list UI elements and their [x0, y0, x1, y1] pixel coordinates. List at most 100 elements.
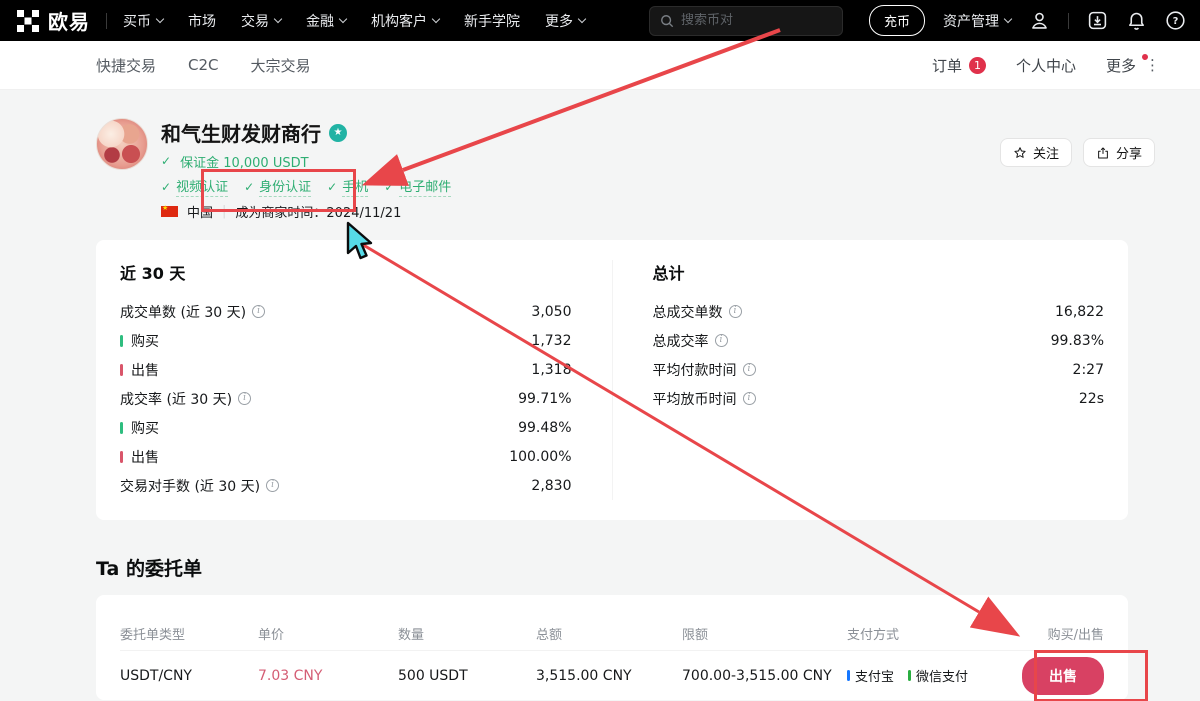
more-menu-link[interactable]: 更多 ⋮: [1106, 55, 1160, 76]
col-buy-sell: 购买/出售: [984, 624, 1104, 643]
search-box[interactable]: [649, 6, 843, 36]
merchant-name: 和气生财发财商行: [161, 118, 321, 147]
share-button[interactable]: 分享: [1083, 138, 1155, 167]
okx-logo[interactable]: 欧易: [16, 6, 90, 35]
chevron-down-icon: [274, 15, 282, 23]
info-icon[interactable]: i: [715, 334, 728, 347]
order-amount: 500 USDT: [398, 668, 536, 684]
nav-item-more[interactable]: 更多: [545, 11, 585, 31]
payment-alipay: 支付宝: [847, 666, 894, 685]
svg-text:?: ?: [1173, 16, 1179, 27]
info-icon[interactable]: i: [252, 305, 265, 318]
orders-link[interactable]: 订单 1: [932, 55, 986, 76]
stat-row: 出售100.00%: [120, 442, 572, 471]
sell-bar-icon: [120, 451, 123, 463]
order-table-row: USDT/CNY 7.03 CNY 500 USDT 3,515.00 CNY …: [120, 651, 1104, 700]
verified-badge-icon: ★: [329, 124, 347, 142]
col-limit: 限额: [682, 624, 847, 643]
col-amount: 数量: [398, 624, 536, 643]
chevron-down-icon: [432, 15, 440, 23]
info-icon[interactable]: i: [266, 479, 279, 492]
top-navbar: 欧易 买币 市场 交易 金融 机构客户 新手学院 更多 充币 资产管理 ?: [0, 0, 1200, 41]
tab-block-trade[interactable]: 大宗交易: [251, 55, 311, 76]
stats-30d-title: 近 30 天: [120, 260, 572, 284]
wechat-bar-icon: [908, 670, 911, 681]
verification-video[interactable]: 视频认证: [161, 176, 228, 195]
nav-item-trade[interactable]: 交易: [241, 11, 281, 31]
stat-row: 购买99.48%: [120, 413, 572, 442]
buy-bar-icon: [120, 335, 123, 347]
divider: |: [222, 204, 226, 219]
stat-row: 成交率 (近 30 天)i99.71%: [120, 384, 572, 413]
stat-row: 出售1,318: [120, 355, 572, 384]
col-payment: 支付方式: [847, 624, 984, 643]
user-profile-icon[interactable]: [1029, 10, 1050, 31]
merchant-profile-section: 和气生财发财商行 ★ 保证金 10,000 USDT 视频认证 身份认证 手机 …: [0, 90, 1200, 240]
info-icon[interactable]: i: [238, 392, 251, 405]
stat-row: 平均付款时间i2:27: [653, 355, 1105, 384]
nav-item-buy-crypto[interactable]: 买币: [123, 11, 163, 31]
merchant-since-date: 成为商家时间：2024/11/21: [235, 202, 401, 221]
check-icon: [244, 180, 259, 195]
chevron-down-icon: [339, 15, 347, 23]
buy-bar-icon: [120, 422, 123, 434]
stat-row: 总成交率i99.83%: [653, 326, 1105, 355]
stat-row: 购买1,732: [120, 326, 572, 355]
merchant-deposit: 保证金 10,000 USDT: [180, 152, 308, 171]
verification-identity[interactable]: 身份认证: [244, 176, 311, 195]
brand-name: 欧易: [48, 6, 90, 35]
stat-row: 平均放币时间i22s: [653, 384, 1105, 413]
download-app-icon[interactable]: [1087, 10, 1108, 31]
alipay-bar-icon: [847, 670, 850, 681]
profile-center-link[interactable]: 个人中心: [1016, 55, 1076, 76]
verification-phone[interactable]: 手机: [327, 176, 368, 195]
orders-count-badge: 1: [969, 57, 986, 74]
stat-row: 总成交单数i16,822: [653, 297, 1105, 326]
tab-express-trade[interactable]: 快捷交易: [96, 55, 156, 76]
order-price: 7.03 CNY: [258, 668, 398, 684]
sell-button[interactable]: 出售: [1022, 657, 1104, 695]
merchant-avatar: [96, 118, 148, 170]
stat-row: 交易对手数 (近 30 天)i2,830: [120, 471, 572, 500]
orders-table-header: 委托单类型 单价 数量 总额 限额 支付方式 购买/出售: [120, 595, 1104, 651]
chevron-down-icon: [156, 15, 164, 23]
col-total: 总额: [536, 624, 682, 643]
check-icon: [161, 154, 176, 169]
chevron-down-icon: [578, 15, 586, 23]
merchant-country: 中国: [187, 202, 213, 221]
help-icon[interactable]: ?: [1165, 10, 1186, 31]
info-icon[interactable]: i: [743, 363, 756, 376]
chevron-down-icon: [1004, 15, 1012, 23]
secondary-navbar: 快捷交易 C2C 大宗交易 订单 1 个人中心 更多 ⋮: [0, 41, 1200, 90]
orders-section-title: Ta 的委托单: [96, 554, 1200, 581]
nav-item-finance[interactable]: 金融: [306, 11, 346, 31]
stats-total-title: 总计: [653, 260, 1105, 284]
notifications-bell-icon[interactable]: [1126, 10, 1147, 31]
nav-item-academy[interactable]: 新手学院: [464, 11, 520, 31]
assets-menu[interactable]: 资产管理: [943, 11, 1011, 31]
order-total: 3,515.00 CNY: [536, 668, 682, 684]
china-flag-icon: [161, 206, 178, 217]
stat-row: 成交单数 (近 30 天)i3,050: [120, 297, 572, 326]
info-icon[interactable]: i: [729, 305, 742, 318]
nav-item-institutional[interactable]: 机构客户: [371, 11, 439, 31]
follow-button[interactable]: 关注: [1000, 138, 1072, 167]
info-icon[interactable]: i: [743, 392, 756, 405]
nav-item-markets[interactable]: 市场: [188, 11, 216, 31]
share-icon: [1096, 146, 1110, 160]
divider: [106, 13, 107, 29]
verification-email[interactable]: 电子邮件: [384, 176, 451, 195]
okx-logo-icon: [16, 9, 40, 33]
col-order-type: 委托单类型: [120, 624, 258, 643]
search-input[interactable]: [681, 13, 821, 28]
col-price: 单价: [258, 624, 398, 643]
deposit-button[interactable]: 充币: [869, 5, 925, 36]
tab-c2c[interactable]: C2C: [188, 56, 219, 74]
sell-bar-icon: [120, 364, 123, 376]
divider: [1068, 13, 1069, 29]
search-icon: [660, 14, 674, 28]
check-icon: [327, 180, 342, 195]
check-icon: [161, 180, 176, 195]
stats-card: 近 30 天 成交单数 (近 30 天)i3,050 购买1,732 出售1,3…: [96, 240, 1128, 520]
check-icon: [384, 180, 399, 195]
